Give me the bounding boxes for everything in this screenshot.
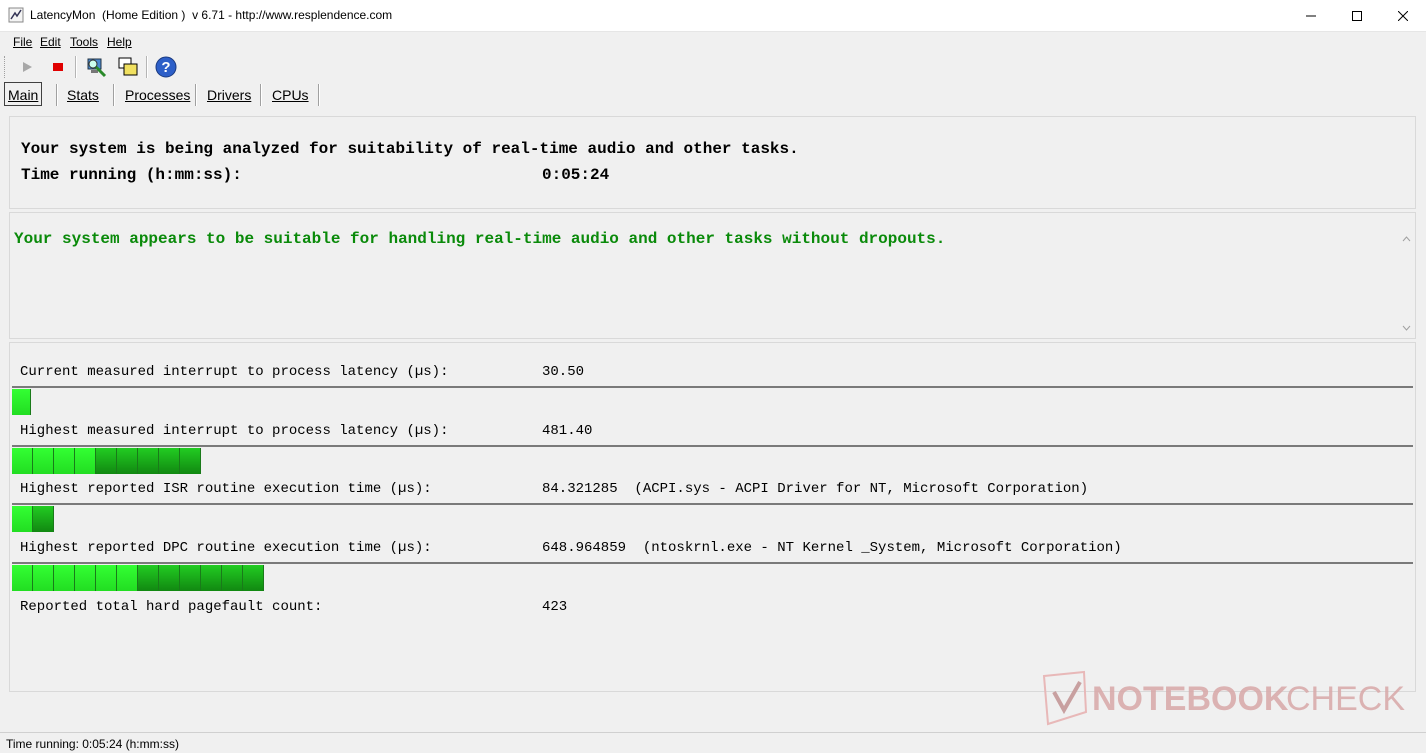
toolbar-separator-2	[146, 56, 148, 78]
stop-icon	[53, 63, 63, 71]
time-running-value: 0:05:24	[542, 166, 610, 184]
bar-segment	[96, 448, 117, 474]
tab-separator	[113, 84, 115, 106]
minimize-button[interactable]	[1288, 0, 1334, 31]
help-button[interactable]: ?	[154, 55, 178, 79]
toolbar-grip	[4, 56, 7, 78]
analysis-panel: Your system is being analyzed for suitab…	[9, 116, 1416, 209]
toolbar: ?	[0, 52, 1426, 80]
menu-tools[interactable]: Tools	[70, 35, 98, 49]
stop-button[interactable]	[46, 55, 70, 79]
bar-segment	[159, 565, 180, 591]
isr-bar-fill	[12, 506, 54, 532]
status-bar: Time running: 0:05:24 (h:mm:ss)	[0, 732, 1426, 753]
tab-separator	[56, 84, 58, 106]
help-icon: ?	[155, 56, 177, 78]
windows-icon	[118, 57, 138, 76]
tab-cpus[interactable]: CPUs	[272, 82, 309, 106]
tab-stats[interactable]: Stats	[67, 82, 99, 106]
bar-segment	[12, 389, 31, 415]
scroll-arrows-icon	[1402, 236, 1411, 331]
menu-file[interactable]: File	[13, 35, 32, 49]
tab-separator	[318, 84, 320, 106]
menu-bar: File Edit Tools Help	[0, 31, 1426, 52]
bar-segment	[243, 565, 264, 591]
bar-segment	[12, 448, 33, 474]
conclusion-scrollbar[interactable]	[1398, 229, 1415, 338]
monitor-button[interactable]	[84, 55, 108, 79]
bar-segment	[12, 565, 33, 591]
maximize-button[interactable]	[1334, 0, 1380, 31]
metric-value: 481.40	[542, 423, 593, 439]
title-bar: LatencyMon (Home Edition ) v 6.71 - http…	[0, 0, 1426, 31]
close-button[interactable]	[1380, 0, 1426, 31]
metric-label: Highest measured interrupt to process la…	[20, 423, 449, 439]
bar-segment	[180, 448, 201, 474]
bar-segment	[138, 448, 159, 474]
close-icon	[1398, 10, 1408, 21]
tab-separator	[195, 84, 197, 106]
bar-segment	[33, 448, 54, 474]
svg-text:CHECK: CHECK	[1286, 680, 1405, 718]
tab-processes[interactable]: Processes	[125, 82, 190, 106]
bar-segment	[180, 565, 201, 591]
metric-label: Reported total hard pagefault count:	[20, 599, 323, 615]
menu-help[interactable]: Help	[107, 35, 132, 49]
tab-drivers[interactable]: Drivers	[207, 82, 251, 106]
bar-segment	[159, 448, 180, 474]
metric-label: Highest reported DPC routine execution t…	[20, 540, 432, 556]
notebookcheck-logo-icon: NOTEBOOK CHECK	[1042, 670, 1405, 726]
metric-value: 423	[542, 599, 568, 615]
bar-segment	[12, 506, 33, 532]
metric-value: 30.50	[542, 364, 585, 380]
notebookcheck-watermark: NOTEBOOK CHECK	[1040, 668, 1420, 728]
analysis-headline: Your system is being analyzed for suitab…	[21, 140, 799, 158]
bar-segment	[201, 565, 222, 591]
metric-value: 648.964859 (ntoskrnl.exe - NT Kernel _Sy…	[542, 540, 1122, 556]
latency-bar-fill	[12, 448, 201, 474]
windows-button[interactable]	[116, 55, 140, 79]
bar-segment	[138, 565, 159, 591]
svg-text:?: ?	[161, 59, 170, 76]
bar-segment	[222, 565, 243, 591]
monitor-icon	[87, 58, 107, 78]
bar-segment	[54, 448, 75, 474]
minimize-icon	[1306, 15, 1316, 16]
tab-separator	[260, 84, 262, 106]
latency-bar-fill	[12, 389, 31, 415]
latency-bar	[12, 445, 1413, 475]
bar-segment	[75, 565, 96, 591]
maximize-icon	[1352, 10, 1362, 21]
app-icon	[8, 7, 24, 23]
status-text: Time running: 0:05:24 (h:mm:ss)	[6, 737, 179, 751]
latency-bar	[12, 386, 1413, 416]
tab-bar: Main Stats Processes Drivers CPUs	[0, 81, 1426, 107]
bar-segment	[33, 506, 54, 532]
metric-label: Highest reported ISR routine execution t…	[20, 481, 432, 497]
start-button[interactable]	[15, 55, 39, 79]
bar-segment	[117, 565, 138, 591]
tab-main[interactable]: Main	[4, 82, 43, 106]
time-running-label: Time running (h:mm:ss):	[21, 166, 242, 184]
conclusion-text: Your system appears to be suitable for h…	[14, 230, 946, 248]
bar-segment	[117, 448, 138, 474]
conclusion-panel: Your system appears to be suitable for h…	[9, 212, 1416, 339]
bar-segment	[96, 565, 117, 591]
dpc-bar	[12, 562, 1413, 592]
metric-label: Current measured interrupt to process la…	[20, 364, 449, 380]
bar-segment	[33, 565, 54, 591]
bar-segment	[54, 565, 75, 591]
metric-value: 84.321285 (ACPI.sys - ACPI Driver for NT…	[542, 481, 1089, 497]
isr-bar	[12, 503, 1413, 533]
dpc-bar-fill	[12, 565, 264, 591]
window-title: LatencyMon (Home Edition ) v 6.71 - http…	[30, 8, 393, 22]
menu-edit[interactable]: Edit	[40, 35, 61, 49]
bar-segment	[75, 448, 96, 474]
svg-text:NOTEBOOK: NOTEBOOK	[1092, 680, 1289, 718]
toolbar-separator	[75, 56, 77, 78]
play-icon	[23, 62, 32, 72]
